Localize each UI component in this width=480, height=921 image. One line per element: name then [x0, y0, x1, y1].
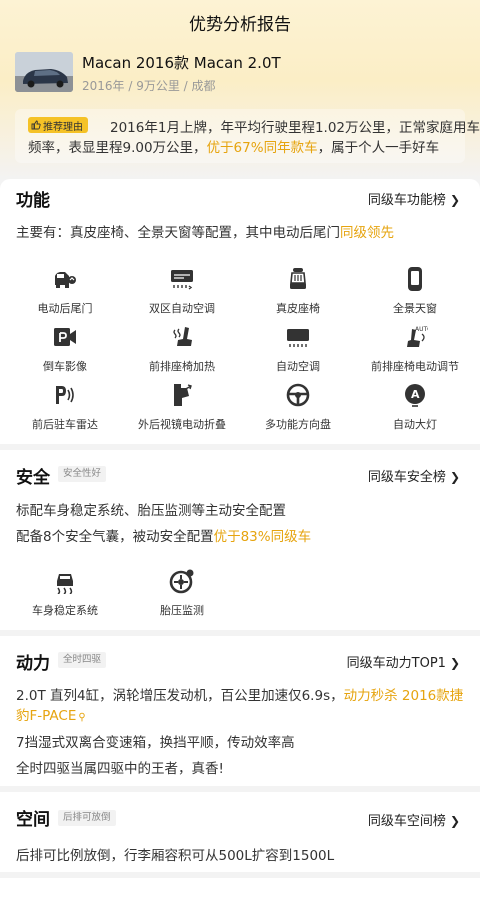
recommend-badge: 推荐理由 [28, 117, 88, 133]
feature-tire-pressure[interactable]: 胎压监测 [122, 568, 242, 618]
space-title: 空间 [16, 810, 50, 830]
feature-label: 前排座椅电动调节 [371, 360, 459, 373]
recommend-reason-box: 推荐理由 2016年1月上牌，年平均行驶里程1.02万公里，正常家庭用车 频率，… [15, 109, 480, 163]
feature-label: 双区自动空调 [149, 302, 215, 315]
auto-headlight-icon: A [405, 384, 425, 407]
function-desc-highlight: 同级领先 [340, 225, 394, 241]
car-meta: 2016年 / 9万公里 / 成都 [82, 79, 216, 93]
power-line-3: 全时四驱当属四驱中的王者，真香! [16, 761, 224, 777]
tire-pressure-icon [169, 569, 194, 594]
function-desc: 主要有：真皮座椅、全景天窗等配置，其中电动后尾门同级领先 [16, 225, 394, 241]
safety-line-2: 配备8个安全气囊，被动安全配置优于83%同级车 [16, 529, 312, 545]
feature-label: 真皮座椅 [276, 302, 320, 315]
feature-label: 自动空调 [276, 360, 320, 373]
safety-tag: 安全性好 [58, 466, 107, 482]
chevron-right-icon: ❯ [449, 193, 460, 207]
leather-seat-icon [290, 268, 306, 289]
function-card: 功能 同级车功能榜 ❯ 主要有：真皮座椅、全景天窗等配置，其中电动后尾门同级领先 … [0, 179, 480, 444]
feature-steering-wheel[interactable]: 多功能方向盘 [238, 382, 358, 432]
feature-seat-power-adjust[interactable]: AUTO 前排座椅电动调节 [355, 324, 475, 374]
parking-radar-icon [56, 386, 74, 404]
svg-text:AUTO: AUTO [415, 326, 428, 333]
thumbs-up-icon [31, 120, 41, 130]
power-tag: 全时四驱 [58, 652, 107, 668]
feature-label: 胎压监测 [160, 604, 204, 617]
feature-seat-heating[interactable]: 前排座椅加热 [122, 324, 242, 374]
reason-highlight: 优于67%同年款车 [206, 140, 318, 156]
search-icon: ⚲ [78, 712, 86, 723]
auto-ac-icon [287, 329, 309, 347]
feature-label: 外后视镜电动折叠 [138, 418, 226, 431]
space-card: 空间 后排可放倒 同级车空间榜 ❯ 后排可比例放倒，行李厢容积可从500L扩容到1… [0, 792, 480, 872]
mirror-fold-icon [174, 384, 192, 406]
feature-label: 前排座椅加热 [149, 360, 215, 373]
car-thumbnail[interactable] [15, 52, 73, 92]
space-rank-link[interactable]: 同级车空间榜 ❯ [368, 810, 460, 829]
feature-auto-headlight[interactable]: A 自动大灯 [355, 382, 475, 432]
power-line-1: 2.0T 直列4缸，涡轮增压发动机，百公里加速仅6.9s，动力秒杀 2016款捷 [16, 688, 464, 704]
power-rank-link[interactable]: 同级车动力TOP1 ❯ [347, 652, 460, 671]
safety-rank-link[interactable]: 同级车安全榜 ❯ [368, 466, 460, 485]
safety-title: 安全 [16, 468, 50, 488]
steering-wheel-icon [286, 383, 310, 407]
feature-stability-control[interactable]: 车身稳定系统 [5, 568, 125, 618]
chevron-right-icon: ❯ [449, 814, 460, 828]
space-line-1: 后排可比例放倒，行李厢容积可从500L扩容到1500L [16, 848, 335, 864]
stability-control-icon [57, 574, 73, 594]
chevron-right-icon: ❯ [449, 656, 460, 670]
feature-auto-ac[interactable]: 自动空调 [238, 324, 358, 374]
safety-card: 安全 安全性好 同级车安全榜 ❯ 标配车身稳定系统、胎压监测等主动安全配置 配备8… [0, 450, 480, 630]
next-card [0, 878, 480, 921]
reverse-camera-icon [54, 328, 76, 346]
feature-label: 自动大灯 [393, 418, 437, 431]
panoramic-sunroof-icon [408, 267, 422, 291]
dual-zone-ac-icon [171, 270, 193, 290]
power-highlight: 动力秒杀 2016款捷 [343, 688, 464, 704]
reason-line-2: 频率，表显里程9.00万公里，优于67%同年款车，属于个人一手好车 [28, 140, 440, 156]
reason-line-1: 2016年1月上牌，年平均行驶里程1.02万公里，正常家庭用车 [110, 120, 480, 136]
recommend-badge-label: 推荐理由 [43, 121, 83, 133]
feature-dual-zone-ac[interactable]: 双区自动空调 [122, 266, 242, 316]
feature-label: 多功能方向盘 [265, 418, 331, 431]
safety-line-1: 标配车身稳定系统、胎压监测等主动安全配置 [16, 503, 286, 519]
power-line-1b[interactable]: 豹F-PACE ⚲ [16, 704, 86, 724]
power-card: 动力 全时四驱 同级车动力TOP1 ❯ 2.0T 直列4缸，涡轮增压发动机，百公里… [0, 636, 480, 786]
chevron-right-icon: ❯ [449, 470, 460, 484]
power-tailgate-icon [55, 272, 76, 288]
safety-highlight: 优于83%同级车 [213, 529, 312, 545]
function-rank-link[interactable]: 同级车功能榜 ❯ [368, 189, 460, 208]
seat-power-adjust-icon: AUTO [407, 326, 428, 347]
feature-label: 车身稳定系统 [32, 604, 98, 617]
power-title: 动力 [16, 654, 50, 674]
feature-label: 电动后尾门 [37, 302, 93, 315]
space-tag: 后排可放倒 [58, 810, 116, 826]
svg-text:A: A [411, 388, 420, 401]
feature-panoramic-sunroof[interactable]: 全景天窗 [355, 266, 475, 316]
feature-mirror-fold[interactable]: 外后视镜电动折叠 [122, 382, 242, 432]
feature-label: 前后驻车雷达 [32, 418, 98, 431]
page-title: 优势分析报告 [189, 15, 291, 35]
feature-parking-radar[interactable]: 前后驻车雷达 [5, 382, 125, 432]
feature-label: 倒车影像 [43, 360, 87, 373]
feature-reverse-camera[interactable]: 倒车影像 [5, 324, 125, 374]
car-name: Macan 2016款 Macan 2.0T [82, 54, 281, 72]
feature-label: 全景天窗 [393, 302, 437, 315]
function-title: 功能 [16, 191, 50, 211]
seat-heating-icon [173, 327, 192, 346]
feature-power-tailgate[interactable]: 电动后尾门 [5, 266, 125, 316]
feature-leather-seat[interactable]: 真皮座椅 [238, 266, 358, 316]
power-line-2: 7挡湿式双离合变速箱，换挡平顺，传动效率高 [16, 735, 295, 751]
